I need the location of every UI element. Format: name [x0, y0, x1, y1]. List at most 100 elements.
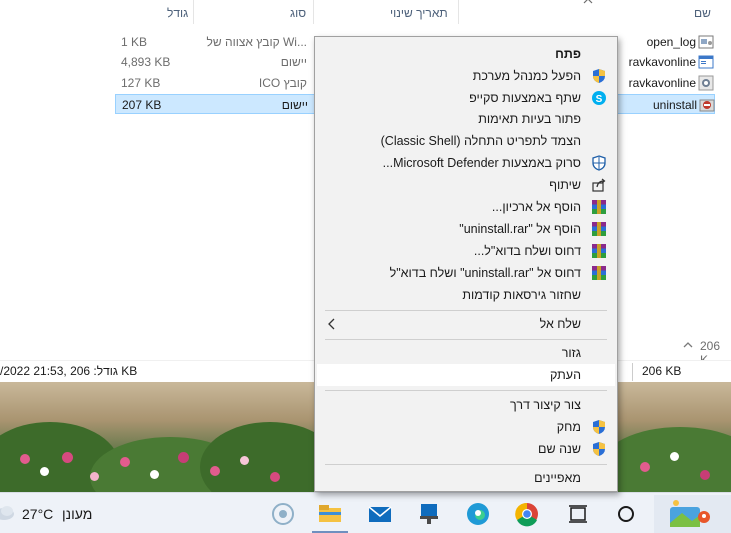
wallpaper-flower	[240, 456, 249, 465]
status-divider	[632, 363, 633, 381]
menu-separator	[325, 390, 607, 391]
wallpaper-flower	[178, 452, 189, 463]
menu-item-run-as-admin[interactable]: הפעל כמנהל מערכת	[317, 65, 615, 87]
file-name: ravkavonline	[628, 55, 696, 69]
menu-item-share-skype[interactable]: שתף באמצעות סקייפ S	[317, 87, 615, 109]
menu-item-cut[interactable]: גזור	[317, 342, 615, 364]
uninstall-app-icon	[699, 99, 715, 112]
menu-item-label: מאפיינים	[534, 471, 581, 485]
taskbar: 27°C מעונן	[0, 492, 731, 533]
menu-item-label: דחוס ושלח בדוא"ל...	[473, 244, 581, 258]
column-header-type[interactable]: סוג	[290, 0, 306, 26]
menu-item-label: דחוס אל "uninstall.rar" ושלח בדוא"ל	[389, 266, 581, 280]
chrome-icon[interactable]	[512, 499, 542, 529]
menu-item-create-shortcut[interactable]: צור קיצור דרך	[317, 394, 615, 416]
menu-item-compress-email[interactable]: דחוס ושלח בדוא"ל...	[317, 240, 615, 262]
column-divider[interactable]	[193, 0, 194, 24]
uac-shield-icon	[593, 420, 605, 434]
menu-item-scan-defender[interactable]: סרוק באמצעות Microsoft Defender...	[317, 152, 615, 174]
start-app-icon[interactable]	[662, 497, 718, 531]
status-selected-size: 206 KB	[642, 364, 682, 378]
file-name: open_log	[646, 35, 696, 49]
menu-item-label: סרוק באמצעות Microsoft Defender...	[382, 156, 581, 170]
menu-item-label: גזור	[561, 346, 581, 360]
weather-temperature[interactable]: 27°C	[22, 506, 53, 522]
wallpaper-flower	[150, 470, 159, 479]
batch-file-icon	[698, 35, 714, 49]
share-icon	[592, 178, 606, 192]
menu-item-label: הצמד לתפריט התחלה (Classic Shell)	[380, 134, 581, 148]
wallpaper-flower	[670, 452, 679, 461]
menu-item-restore-versions[interactable]: שחזור גירסאות קודמות	[317, 284, 615, 306]
defender-icon	[592, 155, 606, 171]
file-explorer-icon[interactable]	[315, 499, 345, 529]
menu-item-label: הוסף אל "uninstall.rar"	[459, 222, 581, 236]
menu-separator	[325, 310, 607, 311]
winrar-icon	[592, 200, 606, 214]
column-header-name[interactable]: שם	[694, 0, 711, 26]
menu-item-label: מחק	[556, 420, 581, 434]
menu-item-properties[interactable]: מאפיינים	[317, 467, 615, 489]
menu-item-label: שחזור גירסאות קודמות	[462, 288, 581, 302]
chevron-left-icon	[328, 318, 335, 330]
wallpaper-flower	[40, 467, 49, 476]
wallpaper-flower	[210, 466, 220, 476]
file-type: ...Wi קובץ אצווה של	[206, 35, 307, 49]
sort-ascending-icon	[583, 0, 593, 4]
wallpaper-flower	[120, 457, 130, 467]
uac-shield-icon	[593, 442, 605, 456]
menu-item-send-to[interactable]: שלח אל	[317, 313, 615, 335]
winrar-icon	[592, 222, 606, 236]
menu-item-pin-start[interactable]: הצמד לתפריט התחלה (Classic Shell)	[317, 130, 615, 152]
column-divider[interactable]	[458, 0, 459, 24]
scroll-up-arrow-icon[interactable]	[682, 339, 694, 351]
menu-item-label: שלח אל	[539, 317, 581, 331]
menu-item-label: פתור בעיות תאימות	[478, 112, 581, 126]
column-headers: גודל סוג תאריך שינוי שם	[0, 0, 731, 26]
task-view-icon[interactable]	[563, 499, 593, 529]
wallpaper-flower	[700, 470, 710, 480]
winrar-icon	[592, 244, 606, 258]
menu-item-label: שנה שם	[538, 442, 581, 456]
menu-separator	[325, 339, 607, 340]
file-size: 4,893 KB	[121, 55, 171, 69]
menu-item-label: שיתוף	[549, 178, 581, 192]
file-size: 1 KB	[121, 35, 148, 49]
menu-item-open[interactable]: פתח	[317, 43, 615, 65]
menu-item-add-archive[interactable]: הוסף אל ארכיון...	[317, 196, 615, 218]
menu-item-share[interactable]: שיתוף	[317, 174, 615, 196]
menu-item-label: צור קיצור דרך	[510, 398, 581, 412]
weather-condition[interactable]: מעונן	[62, 506, 92, 522]
file-name: uninstall	[652, 98, 697, 112]
menu-item-copy[interactable]: העתק	[317, 364, 615, 386]
column-header-modified[interactable]: תאריך שינוי	[390, 0, 448, 26]
menu-separator	[325, 464, 607, 465]
wallpaper-flower	[20, 454, 30, 464]
ico-file-icon	[698, 75, 714, 91]
store-icon[interactable]	[414, 499, 444, 529]
file-type: יישום	[281, 98, 308, 112]
mail-icon[interactable]	[365, 499, 395, 529]
menu-item-label: הוסף אל ארכיון...	[491, 200, 581, 214]
menu-item-label: הפעל כמנהל מערכת	[472, 69, 581, 83]
app-window-icon	[698, 55, 714, 69]
file-name: ravkavonline	[628, 76, 696, 90]
column-divider[interactable]	[313, 0, 314, 24]
search-circle-icon[interactable]	[611, 499, 641, 529]
file-type: יישום	[280, 55, 307, 69]
uac-shield-icon	[593, 69, 605, 83]
menu-item-delete[interactable]: מחק	[317, 416, 615, 438]
menu-item-add-rar[interactable]: הוסף אל "uninstall.rar"	[317, 218, 615, 240]
weather-cloud-icon[interactable]	[0, 502, 16, 522]
menu-item-label: שתף באמצעות סקייפ	[469, 91, 581, 105]
edge-icon[interactable]	[463, 499, 493, 529]
menu-item-rename[interactable]: שנה שם	[317, 438, 615, 460]
file-type: קובץ ICO	[258, 76, 307, 90]
menu-item-troubleshoot[interactable]: פתור בעיות תאימות	[317, 108, 615, 130]
widgets-icon[interactable]	[268, 499, 298, 529]
menu-item-compress-rar-email[interactable]: דחוס אל "uninstall.rar" ושלח בדוא"ל	[317, 262, 615, 284]
menu-item-label: העתק	[550, 368, 581, 382]
wallpaper-flower	[270, 472, 280, 482]
column-header-size[interactable]: גודל	[167, 0, 188, 26]
status-details: /2022 21:53, גודל: 206 KB	[0, 364, 138, 378]
